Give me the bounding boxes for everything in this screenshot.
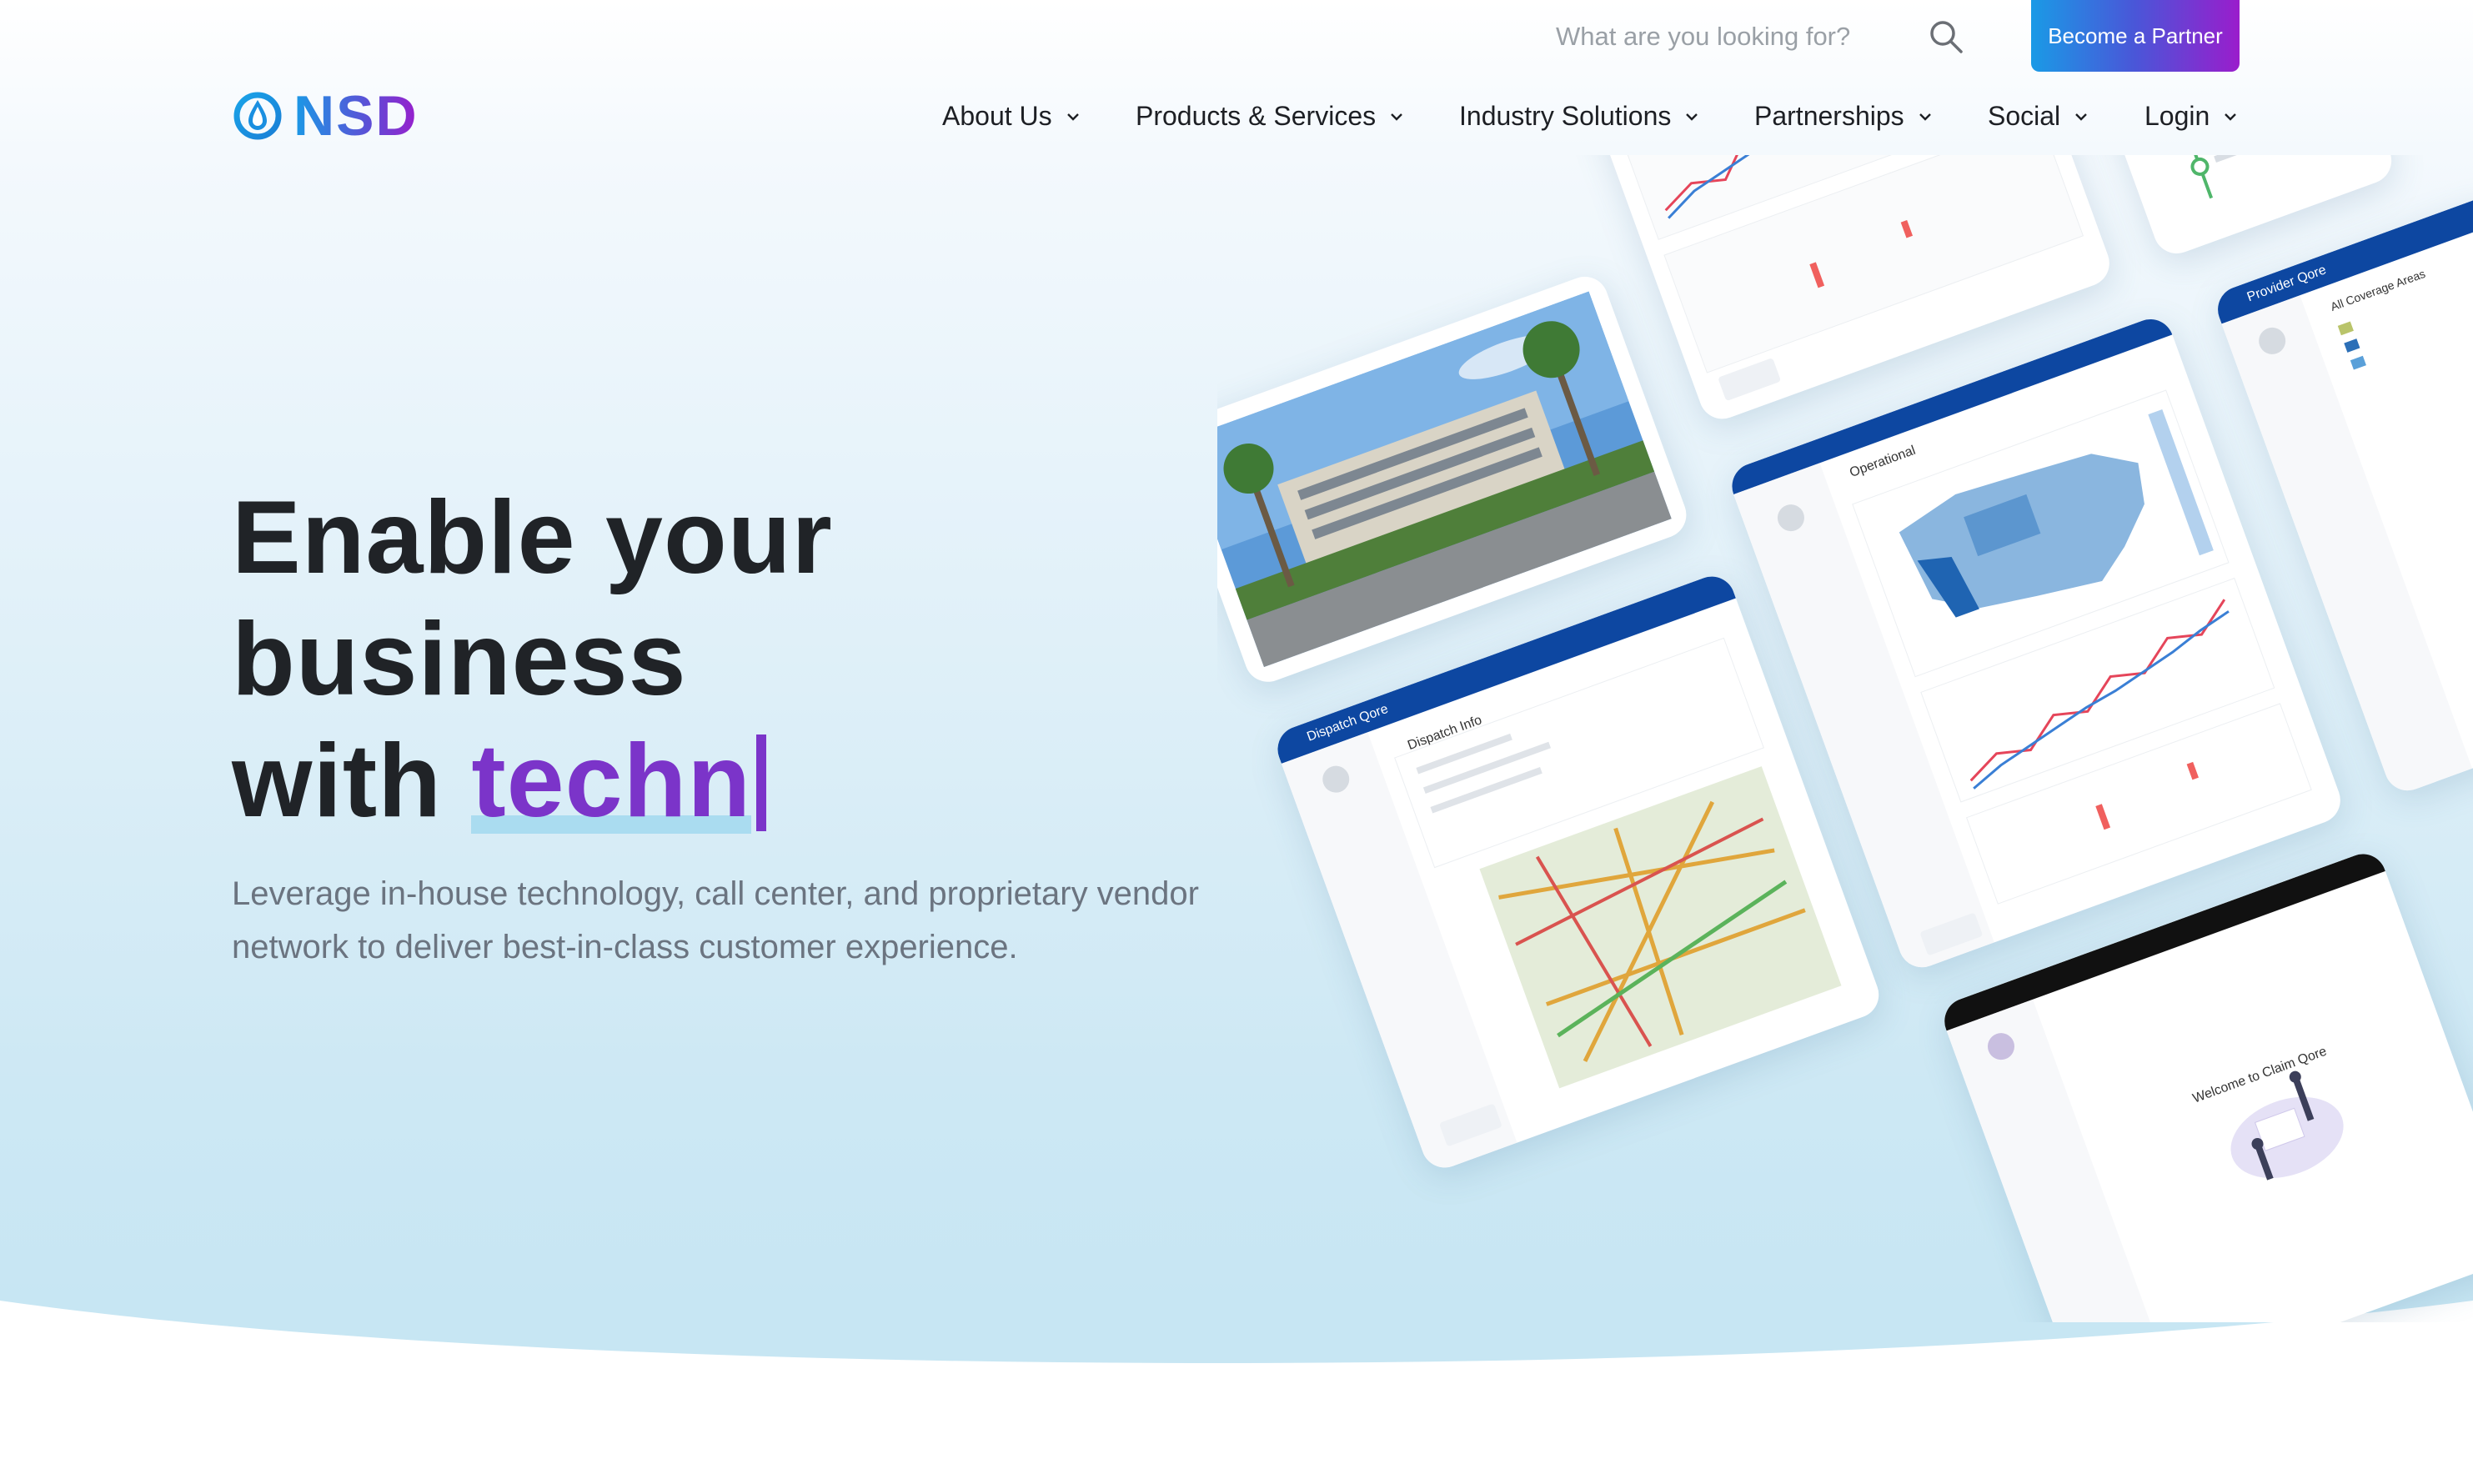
headline-prefix: with — [232, 724, 472, 839]
headline-line-1: Enable your — [232, 480, 833, 595]
mockup-grid: Dispatch Qore Dispatch Info Operational — [1217, 155, 2473, 1322]
hero-headline: Enable your business with techn — [232, 477, 833, 842]
claim-illustration — [1946, 999, 2344, 1322]
nav-label: Login — [2144, 100, 2210, 131]
typed-word-wrapper: techn — [471, 720, 752, 842]
chevron-down-icon — [1919, 113, 1931, 121]
nav-products-services[interactable]: Products & Services — [1136, 95, 1404, 137]
chevron-down-icon — [1391, 113, 1402, 121]
chevron-down-icon — [2225, 113, 2237, 121]
nav-label: Products & Services — [1136, 100, 1377, 131]
nav-login[interactable]: Login — [2144, 95, 2238, 137]
typing-cursor — [756, 734, 767, 831]
nav-industry-solutions[interactable]: Industry Solutions — [1459, 95, 1699, 137]
chevron-down-icon — [1686, 113, 1698, 121]
typed-word: techn — [471, 724, 752, 839]
hero-subtext: Leverage in-house technology, call cente… — [232, 875, 1199, 965]
nav-about-us[interactable]: About Us — [942, 95, 1081, 137]
nav-label: Industry Solutions — [1459, 100, 1672, 131]
nav-social[interactable]: Social — [1988, 95, 2089, 137]
nav-label: Partnerships — [1754, 100, 1904, 131]
droplet-logo-icon — [233, 92, 282, 140]
search-input[interactable] — [1556, 18, 1889, 55]
search-icon[interactable] — [1926, 17, 1966, 57]
nav-partnerships[interactable]: Partnerships — [1754, 95, 1933, 137]
nsd-logo[interactable]: NSD — [232, 87, 419, 145]
chevron-down-icon — [1066, 113, 1079, 121]
logo-wordmark: NSD — [293, 84, 419, 148]
become-partner-button[interactable]: Become a Partner — [2031, 0, 2240, 72]
chevron-down-icon — [2075, 113, 2088, 121]
nav-label: Social — [1988, 100, 2061, 131]
dispatch-map-graphic — [1281, 637, 1842, 1175]
headline-line-2: business — [232, 602, 687, 717]
nav-label: About Us — [942, 100, 1052, 131]
dispatch-qore-tile: Dispatch Qore Dispatch Info — [1271, 569, 1886, 1175]
product-mockup-collage: Dispatch Qore Dispatch Info Operational — [1217, 155, 2473, 1322]
